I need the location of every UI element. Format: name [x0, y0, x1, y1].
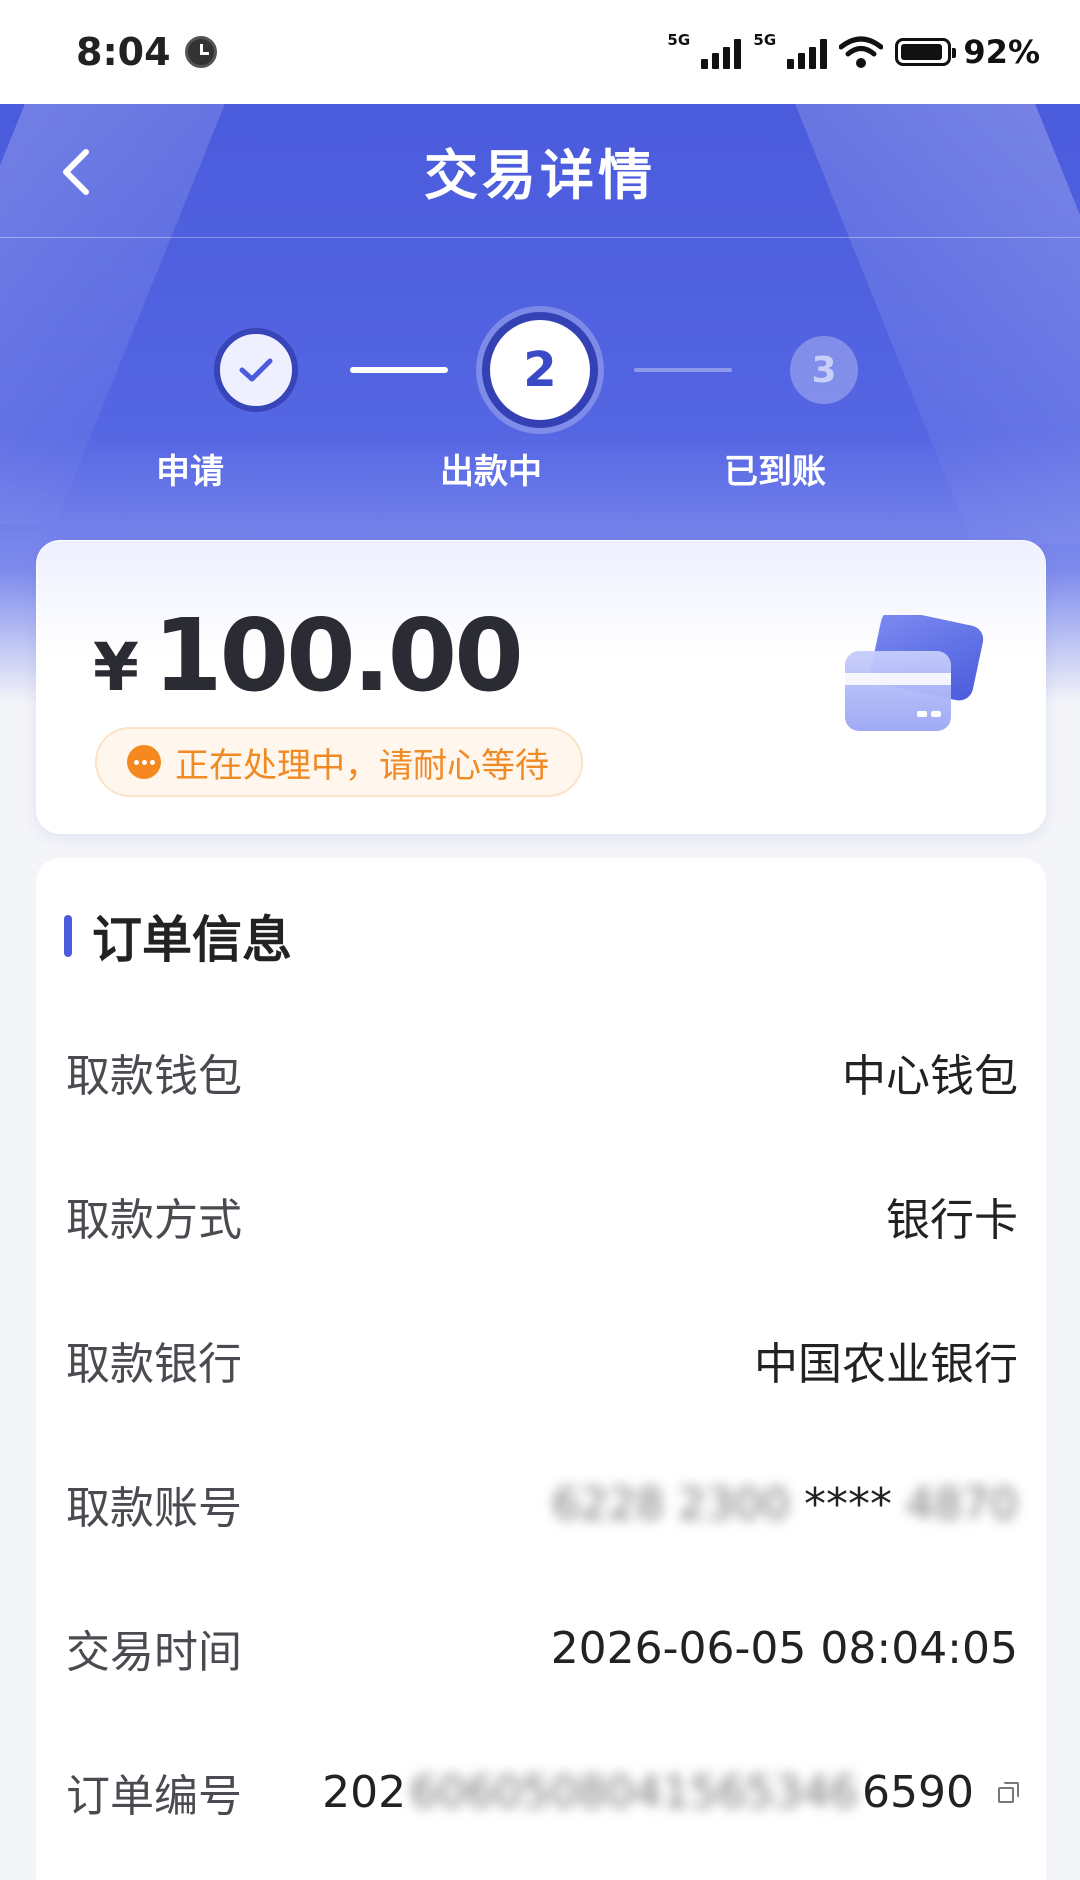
step-1-label: 申请	[156, 452, 224, 492]
more-dots-icon	[127, 745, 161, 779]
info-row-wallet: 取款钱包 中心钱包	[66, 1032, 1018, 1112]
account-prefix: 6228 2300	[552, 1478, 791, 1530]
step-2-label: 出款中	[440, 452, 542, 492]
wifi-icon	[838, 35, 884, 69]
info-label: 取款银行	[66, 1339, 242, 1390]
back-button[interactable]	[56, 144, 96, 200]
info-value: 银行卡	[886, 1195, 1018, 1246]
info-label: 取款方式	[66, 1195, 242, 1246]
order-info-title: 订单信息	[92, 911, 292, 969]
info-row-account: 取款账号 6228 2300 **** 4870	[66, 1464, 1018, 1544]
info-label: 交易时间	[66, 1627, 242, 1678]
info-value: 中国农业银行	[754, 1339, 1018, 1390]
battery-icon	[895, 38, 957, 66]
status-bar: 8:04 5G 5G 92%	[0, 0, 1080, 104]
order-number-mask: 6060508041565346	[410, 1766, 859, 1818]
info-row-method: 取款方式 银行卡	[66, 1176, 1018, 1256]
network-type-2: 5G	[753, 31, 777, 49]
order-number-suffix: 6590	[862, 1766, 974, 1818]
info-label: 取款钱包	[66, 1051, 242, 1102]
account-suffix: 4870	[906, 1478, 1018, 1530]
info-row-bank: 取款银行 中国农业银行	[66, 1320, 1018, 1400]
title-accent-bar	[64, 915, 72, 957]
status-text: 正在处理中，请耐心等待	[175, 745, 549, 786]
progress-steps: 申请 2 出款中 3 已到账	[0, 304, 1080, 504]
step-3-label: 已到账	[724, 452, 826, 492]
step-connector-2	[634, 368, 732, 372]
step-3-todo: 3	[790, 336, 858, 404]
account-mask: ****	[790, 1478, 907, 1530]
status-badge: 正在处理中，请耐心等待	[95, 727, 583, 797]
signal-icon-2: 5G	[753, 31, 828, 69]
battery-level: 92%	[963, 33, 1040, 71]
currency-symbol: ¥	[93, 629, 139, 706]
order-info-card: 订单信息 取款钱包 中心钱包 取款方式 银行卡 取款银行 中国农业银行 取款账号…	[36, 858, 1046, 1880]
info-value: 2026-06-05 08:04:05	[550, 1622, 1018, 1674]
check-icon	[239, 358, 273, 382]
amount-card: ¥ 100.00 正在处理中，请耐心等待	[36, 540, 1046, 834]
info-value: 中心钱包	[842, 1051, 1018, 1102]
status-time: 8:04	[76, 30, 171, 74]
step-2-current: 2	[482, 312, 598, 428]
network-type-1: 5G	[667, 31, 691, 49]
info-label: 订单编号	[66, 1771, 242, 1822]
signal-icon: 5G	[667, 31, 742, 69]
clock-icon	[184, 36, 217, 68]
nav-bar: 交易详情	[0, 104, 1080, 238]
info-label: 取款账号	[66, 1483, 242, 1534]
step-1-done	[214, 328, 298, 412]
account-number: 6228 2300 **** 4870	[552, 1479, 1018, 1530]
chevron-left-icon	[63, 149, 89, 195]
step-connector-1	[350, 367, 448, 373]
info-row-order-id: 订单编号 202 6060508041565346 6590	[66, 1752, 1019, 1832]
page-title: 交易详情	[424, 144, 656, 207]
info-row-time: 交易时间 2026-06-05 08:04:05	[66, 1608, 1018, 1688]
copy-icon[interactable]	[996, 1781, 1019, 1803]
amount-value: 100.00	[152, 597, 524, 714]
order-number-prefix: 202	[322, 1766, 407, 1818]
order-number[interactable]: 202 6060508041565346 6590	[322, 1766, 1019, 1818]
bank-card-icon	[839, 609, 989, 745]
